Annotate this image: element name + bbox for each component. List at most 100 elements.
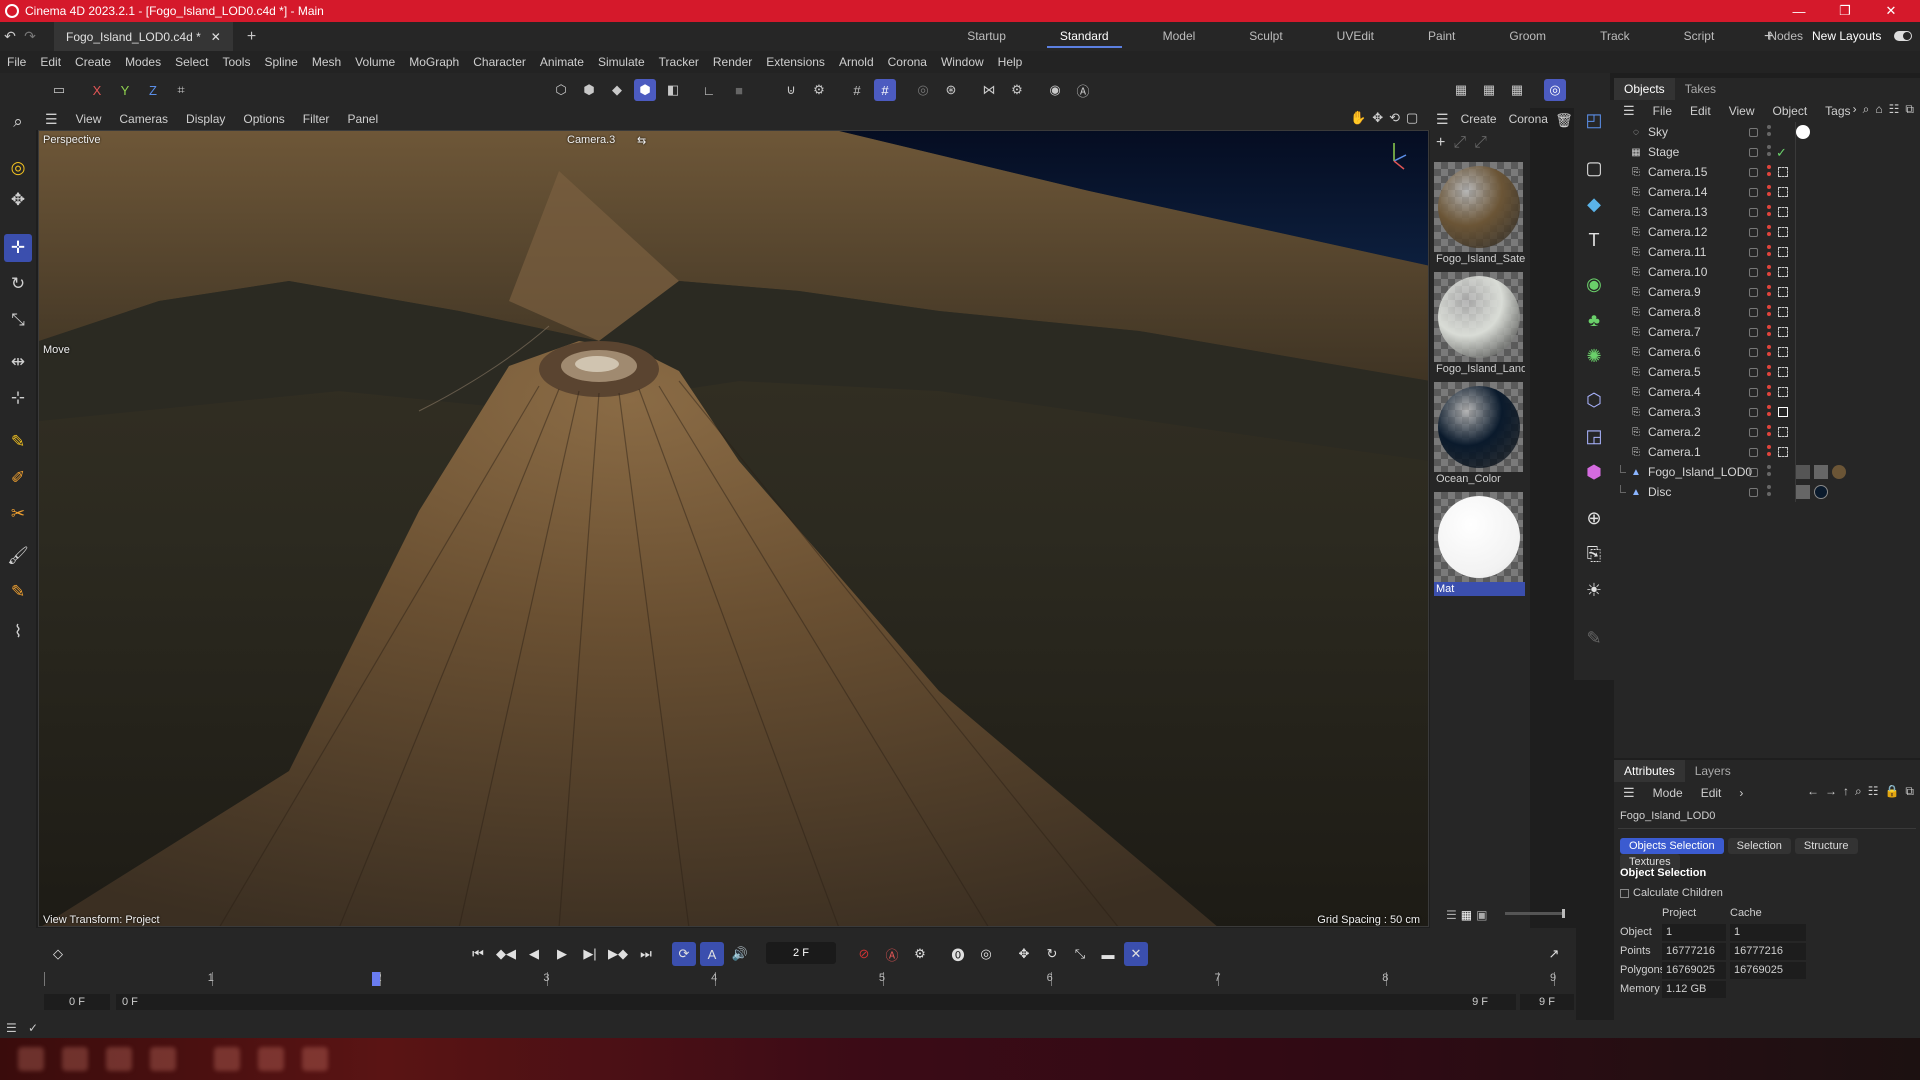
phong-tag-icon[interactable]: [1796, 465, 1810, 479]
close-tab-icon[interactable]: ✕: [211, 30, 221, 44]
camera-protection-tag-icon[interactable]: [1778, 327, 1788, 337]
grid-view-icon[interactable]: ▦: [1461, 908, 1472, 922]
material-tag-icon[interactable]: [1814, 485, 1828, 499]
knife-tool-icon[interactable]: ✂: [4, 500, 32, 528]
brush-tool-icon[interactable]: 🖌: [4, 542, 32, 570]
autokey-icon[interactable]: Ⓐ: [880, 942, 904, 966]
playhead[interactable]: [371, 972, 380, 986]
end-frame-field[interactable]: 9 F: [1520, 994, 1574, 1010]
visibility-dots-icon[interactable]: [1767, 245, 1771, 259]
visibility-dots-icon[interactable]: [1767, 305, 1771, 319]
layout-tab-paint[interactable]: Paint: [1401, 22, 1482, 51]
menu-render[interactable]: Render: [706, 55, 759, 69]
menu-tracker[interactable]: Tracker: [652, 55, 706, 69]
camera-protection-tag-icon[interactable]: [1778, 307, 1788, 317]
object-menu-file[interactable]: File: [1644, 104, 1681, 118]
camera-protection-tag-icon[interactable]: [1778, 207, 1788, 217]
go-to-start-icon[interactable]: ⏮: [466, 942, 490, 966]
material-menu-create[interactable]: Create: [1455, 112, 1503, 126]
layer-checkbox[interactable]: [1749, 467, 1758, 477]
trash-icon[interactable]: 🗑: [1555, 112, 1573, 130]
lock-icon[interactable]: 🔒: [1884, 784, 1899, 799]
z-axis-lock-button[interactable]: Z: [142, 79, 164, 101]
move-tool-icon[interactable]: ✛: [4, 234, 32, 262]
status-menu-icon[interactable]: ☰: [6, 1021, 17, 1035]
record-scale-icon[interactable]: ⤡: [1068, 942, 1092, 966]
maximize-view-icon[interactable]: ▢: [1406, 110, 1418, 130]
search-icon[interactable]: ⌕: [1863, 102, 1870, 117]
minimize-button[interactable]: —: [1776, 0, 1822, 22]
y-axis-lock-button[interactable]: Y: [114, 79, 136, 101]
chevron-right-icon[interactable]: ›: [1853, 102, 1857, 117]
add-layout-icon[interactable]: +: [1764, 22, 1773, 51]
viewport-menu-view[interactable]: View: [67, 112, 111, 126]
scale-points-icon[interactable]: ✥: [4, 186, 32, 214]
edit-render-settings-icon[interactable]: ▦: [1506, 79, 1528, 101]
close-button[interactable]: ✕: [1868, 0, 1914, 22]
cube-icon[interactable]: ◆: [1580, 190, 1608, 218]
timeline-window-icon[interactable]: ↗: [1542, 942, 1566, 966]
record-active-icon[interactable]: ⊘: [852, 942, 876, 966]
visibility-dots-icon[interactable]: [1767, 225, 1771, 239]
snap-transform-icon[interactable]: ⊹: [4, 384, 32, 412]
layer-checkbox[interactable]: [1749, 287, 1758, 297]
new-layouts-label[interactable]: New Layouts: [1812, 22, 1881, 51]
menu-corona[interactable]: Corona: [881, 55, 934, 69]
volume-icon[interactable]: ⬢: [1580, 458, 1608, 486]
interactive-render-icon[interactable]: ◎: [1544, 79, 1566, 101]
loop-icon[interactable]: ⟳: [672, 942, 696, 966]
layer-checkbox[interactable]: [1749, 227, 1758, 237]
layer-checkbox[interactable]: [1749, 247, 1758, 257]
layout-tab-startup[interactable]: Startup: [940, 22, 1033, 51]
material-tag-icon[interactable]: [1832, 465, 1846, 479]
generator-icon[interactable]: ◉: [1580, 270, 1608, 298]
edit-material-icon[interactable]: ⤢: [1453, 134, 1466, 154]
uv-mode-icon[interactable]: ◧: [662, 79, 684, 101]
symmetry-icon[interactable]: ⋈: [978, 79, 1000, 101]
menu-create[interactable]: Create: [68, 55, 118, 69]
layer-checkbox[interactable]: [1749, 267, 1758, 277]
redo-icon[interactable]: ↷: [20, 28, 40, 45]
text-icon[interactable]: T: [1580, 226, 1608, 254]
layer-checkbox[interactable]: [1749, 187, 1758, 197]
camera-protection-tag-icon[interactable]: [1778, 387, 1788, 397]
chevron-right-icon[interactable]: ›: [1730, 786, 1752, 800]
render-settings-icon[interactable]: ⊛: [940, 79, 962, 101]
camera-protection-tag-icon[interactable]: [1778, 247, 1788, 257]
transform-tool-icon[interactable]: ⇹: [4, 348, 32, 376]
previous-frame-icon[interactable]: ◀: [522, 942, 546, 966]
search-icon[interactable]: ⌕: [4, 108, 32, 136]
pla-icon[interactable]: ◎: [974, 942, 998, 966]
record-point-level-icon[interactable]: ✕: [1124, 942, 1148, 966]
menu-character[interactable]: Character: [466, 55, 533, 69]
cloner-icon[interactable]: ♣: [1580, 306, 1608, 334]
active-check-icon[interactable]: ✓: [1776, 145, 1790, 160]
menu-edit[interactable]: Edit: [33, 55, 68, 69]
paint-tool-icon[interactable]: ✎: [4, 578, 32, 606]
viewport-solo-icon[interactable]: ⚙: [808, 79, 830, 101]
object-row[interactable]: ▲ Disc: [1614, 482, 1920, 502]
visibility-dots-icon[interactable]: [1767, 205, 1771, 219]
object-menu-icon[interactable]: ☰: [1614, 103, 1644, 119]
select-object-icon[interactable]: ◰: [1580, 106, 1608, 134]
forward-arrow-icon[interactable]: →: [1825, 784, 1837, 799]
pan-icon[interactable]: ✋: [1350, 110, 1366, 130]
visibility-dots-icon[interactable]: [1767, 365, 1771, 379]
3d-viewport[interactable]: Perspective Camera.3 ⇆ Move View Transfo…: [38, 130, 1429, 927]
menu-mograph[interactable]: MoGraph: [402, 55, 466, 69]
tab-takes[interactable]: Takes: [1675, 78, 1726, 100]
object-menu-object[interactable]: Object: [1763, 104, 1816, 118]
layout-tab-uvedit[interactable]: UVEdit: [1310, 22, 1401, 51]
menu-help[interactable]: Help: [991, 55, 1030, 69]
move-view-icon[interactable]: ✥: [1372, 110, 1383, 130]
subtab-objects-selection[interactable]: Objects Selection: [1620, 838, 1724, 854]
search-icon[interactable]: ⌕: [1855, 784, 1862, 799]
layer-checkbox[interactable]: [1749, 327, 1758, 337]
viewport-menu-icon[interactable]: ☰: [36, 111, 67, 128]
taskbar-app-icon[interactable]: [150, 1047, 176, 1071]
object-row[interactable]: ⎘ Camera.10: [1614, 262, 1920, 282]
undo-icon[interactable]: ↶: [0, 28, 20, 45]
attribute-menu-mode[interactable]: Mode: [1644, 786, 1692, 800]
rotate-tool-icon[interactable]: ↻: [4, 270, 32, 298]
orbit-icon[interactable]: ⟲: [1389, 110, 1400, 130]
